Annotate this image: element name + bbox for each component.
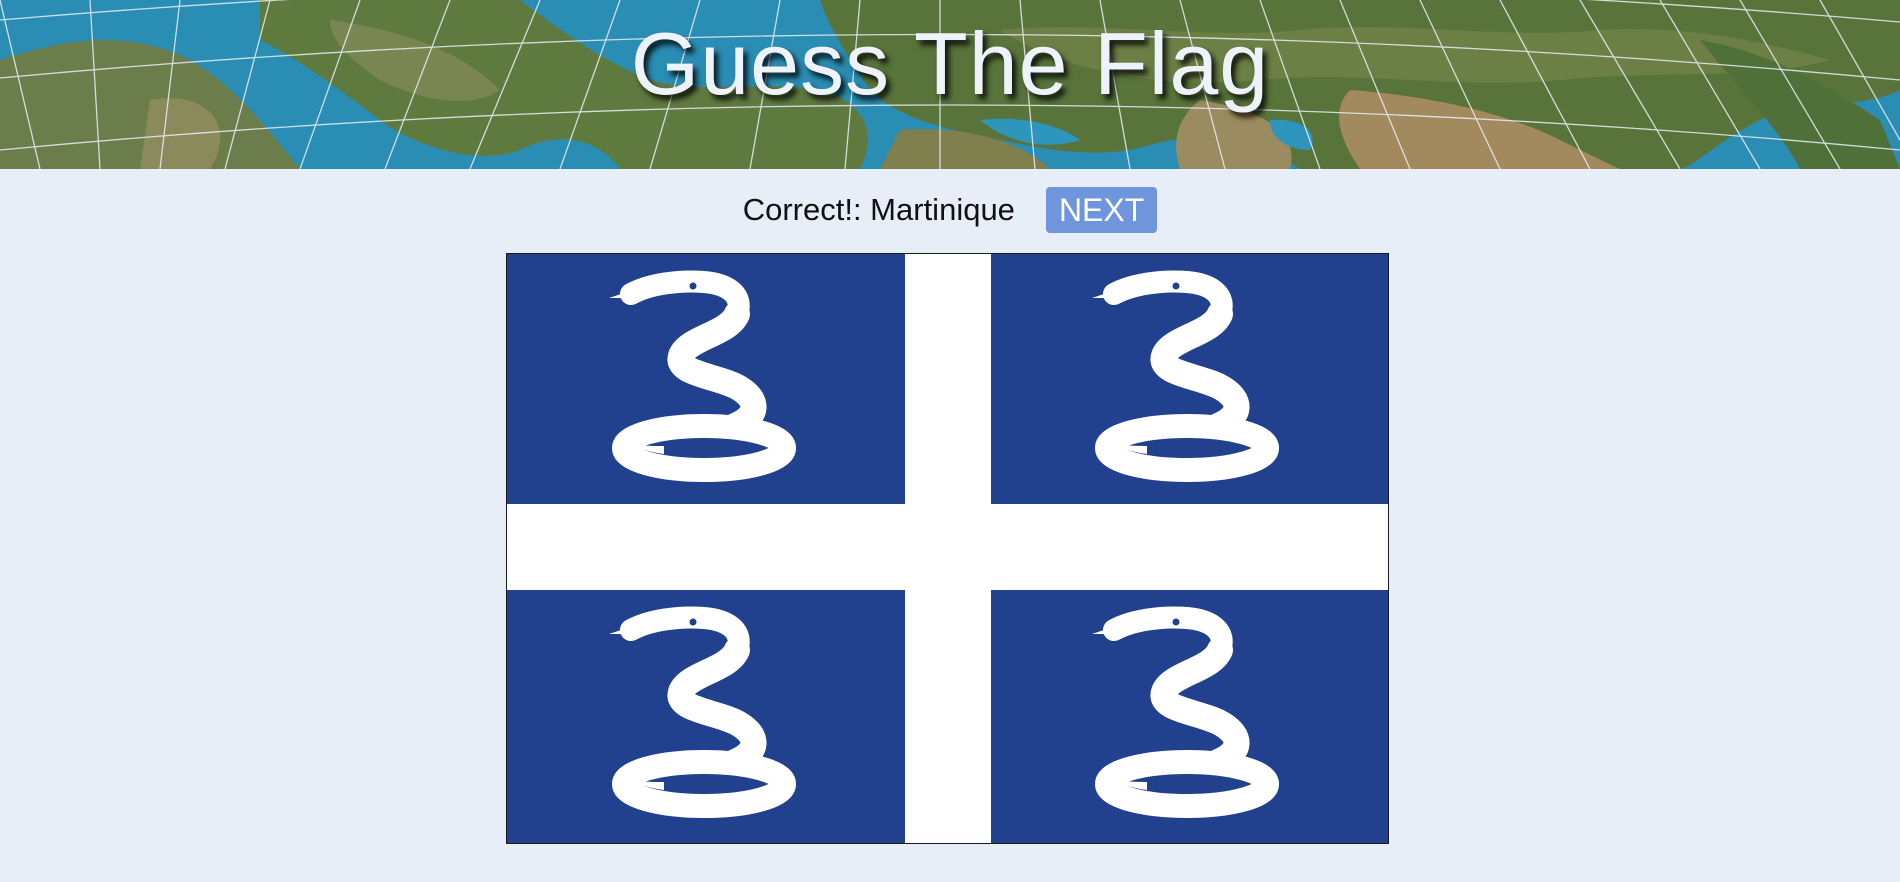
result-message: Correct!: Martinique: [742, 192, 1015, 227]
next-button[interactable]: NEXT: [1045, 187, 1158, 233]
status-row: Correct!: Martinique NEXT: [0, 187, 1900, 235]
flag-image: [506, 253, 1389, 844]
status-bar: Correct!: Martinique NEXT: [743, 187, 1158, 233]
page-title: Guess The Flag: [630, 14, 1270, 113]
martinique-flag: [507, 254, 1388, 843]
header-banner: Guess The Flag: [0, 0, 1900, 169]
